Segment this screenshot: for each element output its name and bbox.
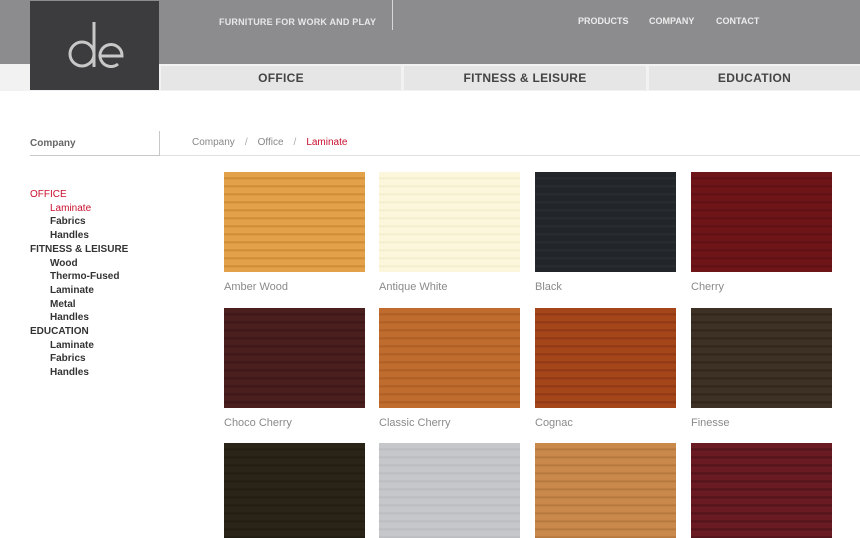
sidebar-item-fitness-laminate[interactable]: Laminate [30,284,128,298]
sidebar-item-fitness-handles[interactable]: Handles [30,311,128,325]
swatch-label[interactable]: Amber Wood [224,281,288,293]
sidebar-divider [30,155,160,156]
swatch-label[interactable]: Finesse [691,417,730,429]
swatch-tile[interactable] [224,308,365,408]
breadcrumb-separator: / [293,137,297,148]
swatch-tile[interactable] [379,443,520,538]
nav-contact-link[interactable]: CONTACT [716,16,759,26]
content-divider [160,155,860,156]
tagline: FURNITURE FOR WORK AND PLAY [219,17,377,27]
sidebar-nav: OFFICE Laminate Fabrics Handles FITNESS … [30,188,128,380]
swatch-tile[interactable] [691,443,832,538]
sidebar-item-education-handles[interactable]: Handles [30,366,128,380]
swatch-tile[interactable] [379,308,520,408]
sidebar-item-fitness-metal[interactable]: Metal [30,298,128,312]
logo-mark-icon [68,22,124,68]
tab-office[interactable]: OFFICE [161,66,401,90]
swatch-tile[interactable] [379,172,520,272]
sidebar-section-office[interactable]: OFFICE [30,188,128,202]
breadcrumb: Company / Office / Laminate [192,137,347,148]
sidebar-title: Company [30,138,76,149]
swatch-tile[interactable] [224,443,365,538]
swatch-label[interactable]: Antique White [379,281,447,293]
swatch-tile[interactable] [224,172,365,272]
sidebar-item-office-laminate[interactable]: Laminate [30,202,128,216]
sidebar-item-fitness-thermo-fused[interactable]: Thermo-Fused [30,270,128,284]
swatch-label[interactable]: Choco Cherry [224,417,292,429]
sidebar-item-fitness-wood[interactable]: Wood [30,257,128,271]
sidebar-item-education-laminate[interactable]: Laminate [30,339,128,353]
header-divider [392,0,393,30]
tab-fitness-leisure[interactable]: FITNESS & LEISURE [404,66,646,90]
brand-logo[interactable] [30,1,159,90]
breadcrumb-separator: / [244,137,248,148]
tab-education[interactable]: EDUCATION [649,66,860,90]
vertical-divider [159,131,160,155]
swatch-tile[interactable] [691,172,832,272]
swatch-label[interactable]: Cherry [691,281,724,293]
sidebar-item-office-handles[interactable]: Handles [30,229,128,243]
breadcrumb-office[interactable]: Office [258,137,284,148]
breadcrumb-current: Laminate [306,137,348,148]
nav-company-link[interactable]: COMPANY [649,16,694,26]
swatch-label[interactable]: Black [535,281,562,293]
swatch-tile[interactable] [535,443,676,538]
nav-products-link[interactable]: PRODUCTS [578,16,629,26]
sidebar-item-office-fabrics[interactable]: Fabrics [30,215,128,229]
sidebar-item-education-fabrics[interactable]: Fabrics [30,352,128,366]
sidebar-section-education[interactable]: EDUCATION [30,325,128,339]
swatch-tile[interactable] [535,172,676,272]
swatch-label[interactable]: Cognac [535,417,573,429]
swatch-tile[interactable] [691,308,832,408]
sidebar-section-fitness-leisure[interactable]: FITNESS & LEISURE [30,243,128,257]
swatch-label[interactable]: Classic Cherry [379,417,451,429]
swatch-tile[interactable] [535,308,676,408]
breadcrumb-company[interactable]: Company [192,137,235,148]
